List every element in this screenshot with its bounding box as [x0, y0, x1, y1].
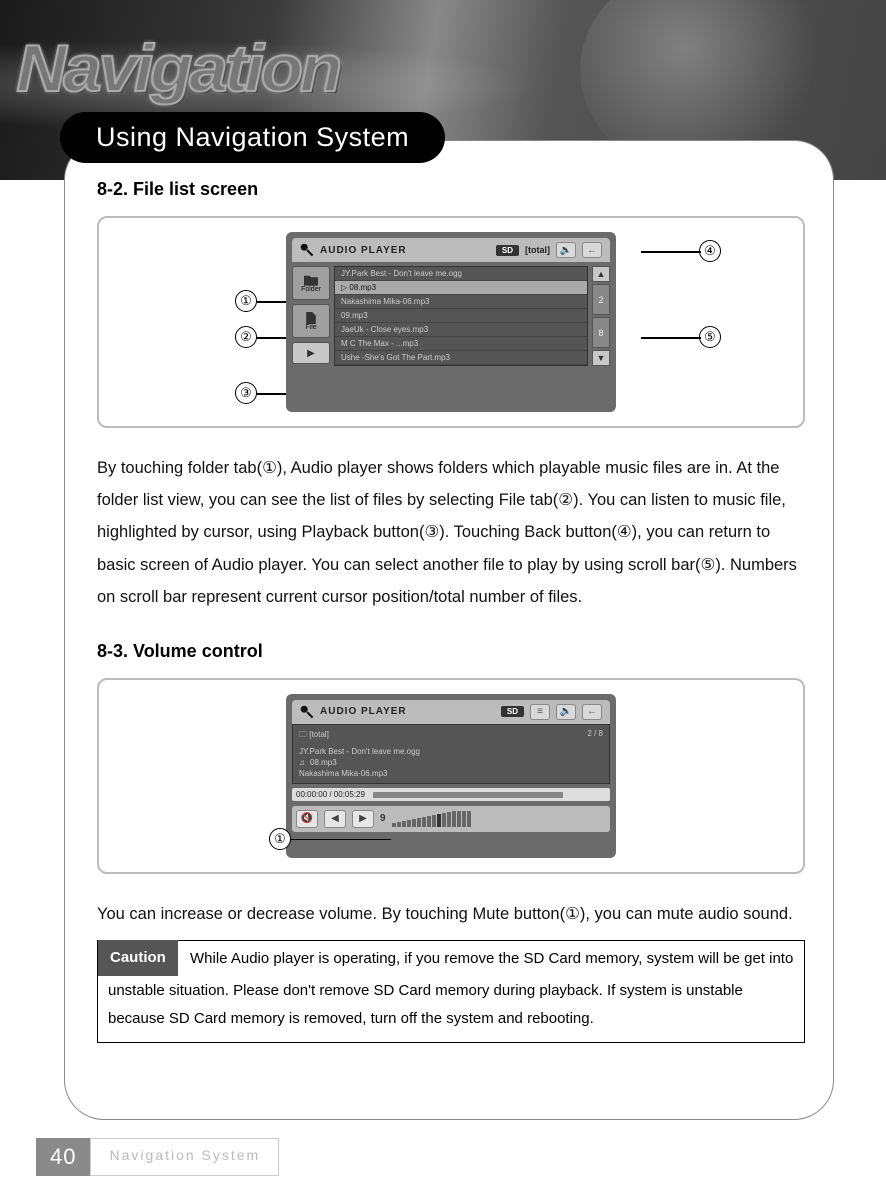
callout-line [641, 251, 701, 253]
sd-icon: SD [496, 245, 519, 256]
caution-text: While Audio player is operating, if you … [108, 950, 793, 1027]
sd-icon: SD [501, 706, 524, 717]
total-label: 🗀 [total] [299, 729, 329, 743]
file-tab-label: File [305, 324, 316, 331]
player-title: AUDIO PLAYER [320, 706, 407, 717]
list-item[interactable]: Ushe -She's Got The Part.mp3 [335, 351, 587, 365]
folder-icon [304, 274, 318, 286]
heading-8-3: 8-3. Volume control [97, 641, 805, 662]
scroll-up-icon[interactable]: ▲ [592, 266, 610, 282]
list-item[interactable]: ▷ 08.mp3 [335, 281, 587, 295]
folder-tab-label: Folder [301, 286, 321, 293]
player-titlebar: AUDIO PLAYER SD ≡ 🔈 ← [292, 700, 610, 724]
back-button[interactable]: ← [582, 242, 602, 258]
scroll-bar[interactable]: ▲ 2 8 ▼ [592, 266, 610, 366]
file-list: JY.Park Best - Don't leave me.ogg ▷ 08.m… [334, 266, 588, 366]
volume-level: 9 [380, 813, 386, 824]
note-icon: ♫ [299, 758, 305, 767]
callout-4: ④ [699, 240, 721, 262]
folder-tab[interactable]: Folder [292, 266, 330, 300]
callout-2: ② [235, 326, 257, 348]
player-logo-icon [300, 243, 314, 257]
callout-1: ① [235, 290, 257, 312]
content-panel: 8-2. File list screen ① ② ③ ④ ⑤ AUDIO PL… [64, 140, 834, 1120]
section-title-pill: Using Navigation System [60, 112, 445, 163]
figure-2-frame: ① AUDIO PLAYER SD ≡ 🔈 ← 🗀 [total] 2 / 8 … [97, 678, 805, 874]
count-label: 2 / 8 [587, 729, 603, 743]
volume-bars-icon [392, 811, 471, 827]
list-icon[interactable]: ≡ [530, 704, 550, 720]
header-word: Navigation [16, 30, 339, 106]
heading-8-2: 8-2. File list screen [97, 179, 805, 200]
list-item[interactable]: Nakashima Mika-06.mp3 [335, 295, 587, 309]
volume-down-button[interactable]: ◀ [324, 810, 346, 828]
player-titlebar: AUDIO PLAYER SD [total] 🔈 ← [292, 238, 610, 262]
list-item: Nakashima Mika-06.mp3 [299, 768, 603, 779]
list-item[interactable]: JaeUk - Close eyes.mp3 [335, 323, 587, 337]
total-label: [total] [525, 245, 550, 255]
volume-up-button[interactable]: ▶ [352, 810, 374, 828]
playback-button[interactable]: ▶ [292, 342, 330, 364]
caution-box: Caution While Audio player is operating,… [97, 940, 805, 1043]
audio-player-volume: AUDIO PLAYER SD ≡ 🔈 ← 🗀 [total] 2 / 8 JY… [286, 694, 616, 858]
file-tab[interactable]: File [292, 304, 330, 338]
speaker-icon[interactable]: 🔈 [556, 242, 576, 258]
back-button[interactable]: ← [582, 704, 602, 720]
page-footer: 40 Navigation System [36, 1138, 279, 1176]
page-number: 40 [36, 1138, 90, 1176]
callout-line [641, 337, 701, 339]
caution-label: Caution [98, 940, 178, 976]
list-item[interactable]: M C The Max - ...mp3 [335, 337, 587, 351]
file-icon [304, 312, 318, 324]
folder-icon: 🗀 [299, 730, 307, 739]
callout-line [291, 839, 391, 841]
timecode: 00:00:00 / 00:05:29 [292, 788, 610, 801]
player-title: AUDIO PLAYER [320, 245, 407, 256]
list-item[interactable]: JY.Park Best - Don't leave me.ogg [335, 267, 587, 281]
body-text-8-3: You can increase or decrease volume. By … [97, 898, 805, 930]
volume-controls: 🔇 ◀ ▶ 9 [292, 806, 610, 832]
figure-1-frame: ① ② ③ ④ ⑤ AUDIO PLAYER SD [total] 🔈 ← Fo… [97, 216, 805, 428]
body-text-8-2: By touching folder tab(①), Audio player … [97, 452, 805, 613]
list-item: ♫08.mp3 [299, 757, 603, 768]
list-item: JY.Park Best - Don't leave me.ogg [299, 746, 603, 757]
callout-1: ① [269, 828, 291, 850]
speaker-icon[interactable]: 🔈 [556, 704, 576, 720]
scroll-total: 8 [592, 317, 610, 348]
list-item[interactable]: 09.mp3 [335, 309, 587, 323]
mute-button[interactable]: 🔇 [296, 810, 318, 828]
audio-player-filelist: AUDIO PLAYER SD [total] 🔈 ← Folder File [286, 232, 616, 412]
section-title-text: Using Navigation System [96, 122, 409, 152]
callout-5: ⑤ [699, 326, 721, 348]
player-logo-icon [300, 705, 314, 719]
scroll-down-icon[interactable]: ▼ [592, 350, 610, 366]
footer-label: Navigation System [90, 1138, 279, 1176]
scroll-pos: 2 [592, 284, 610, 315]
callout-3: ③ [235, 382, 257, 404]
